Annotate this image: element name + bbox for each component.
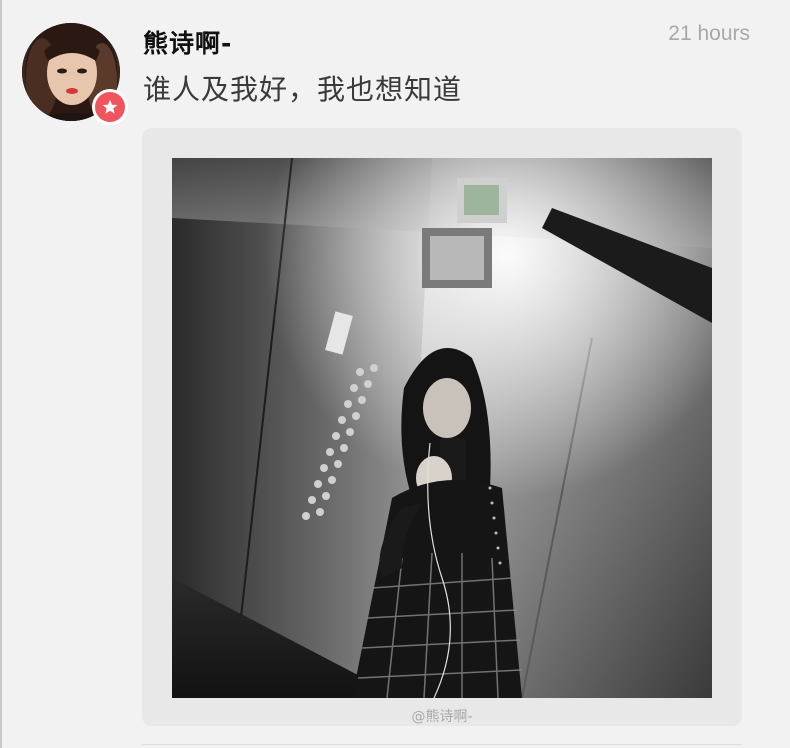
post-text: 谁人及我好，我也想知道 bbox=[143, 73, 463, 106]
post-timestamp[interactable]: 21 hours bbox=[668, 22, 750, 46]
window-edge bbox=[0, 0, 2, 748]
media-card: @熊诗啊- bbox=[142, 128, 742, 726]
post-photo[interactable] bbox=[172, 158, 712, 698]
author-avatar[interactable] bbox=[22, 23, 128, 125]
divider bbox=[142, 744, 742, 745]
star-icon bbox=[95, 92, 125, 122]
author-name[interactable]: 熊诗啊- bbox=[143, 24, 232, 60]
weibo-post: 熊诗啊- 21 hours 谁人及我好，我也想知道 @熊诗啊- bbox=[0, 0, 790, 748]
photo-watermark: @熊诗啊- bbox=[411, 709, 473, 725]
verified-badge bbox=[92, 89, 128, 125]
